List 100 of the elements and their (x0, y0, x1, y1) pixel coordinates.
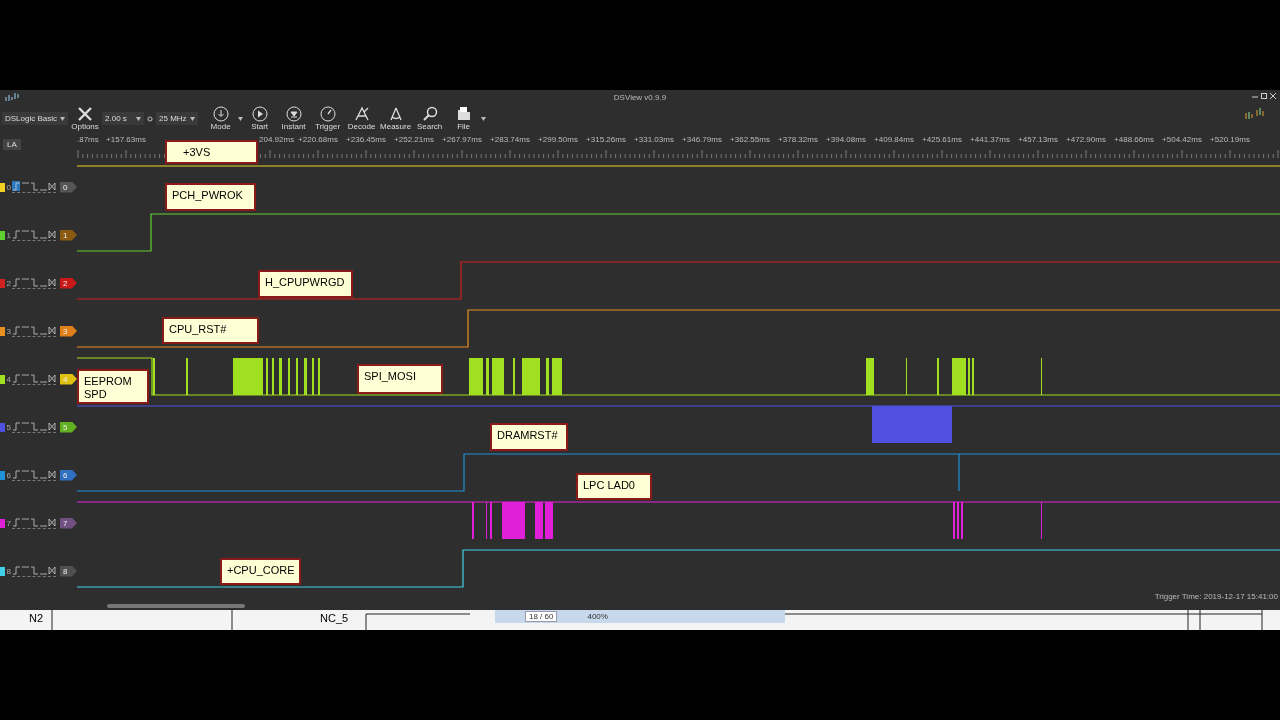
channel-number: 5 (6, 422, 11, 432)
rising-edge-icon[interactable] (11, 277, 20, 287)
search-icon (421, 106, 438, 122)
instant-icon (285, 106, 302, 122)
time-label: +425.61ms (921, 135, 963, 144)
channel-color-swatch[interactable] (0, 326, 6, 336)
annotation-note: +CPU_CORE (220, 558, 301, 585)
caret-icon (480, 116, 486, 121)
time-label: +457.13ms (1017, 135, 1059, 144)
minimize-icon[interactable] (1252, 93, 1258, 99)
any-edge-icon[interactable] (47, 181, 56, 191)
falling-edge-icon[interactable] (29, 421, 38, 431)
caret-icon (136, 116, 142, 121)
app-logo-icon (5, 92, 21, 101)
channel-color-swatch[interactable] (0, 422, 6, 432)
caret-icon (237, 116, 243, 121)
any-edge-icon[interactable] (47, 229, 56, 239)
close-icon[interactable] (1270, 93, 1276, 99)
channel-color-swatch[interactable] (0, 278, 6, 288)
rising-edge-icon[interactable] (11, 325, 20, 335)
time-label: +346.79ms (681, 135, 723, 144)
table-cell: NC_5 (320, 612, 349, 624)
toolbar-button[interactable]: Mode (203, 106, 238, 131)
toolbar-button[interactable]: Search (412, 106, 447, 131)
toolbar-button[interactable]: Measure (378, 106, 413, 131)
any-edge-icon[interactable] (47, 421, 56, 431)
any-edge-icon[interactable] (47, 517, 56, 527)
gear-icon[interactable] (147, 115, 154, 122)
any-edge-icon[interactable] (47, 469, 56, 479)
channel-tag[interactable]: 8 (59, 565, 77, 577)
toolbar-button[interactable]: Decode (344, 106, 379, 131)
rising-edge-icon[interactable] (11, 181, 20, 191)
falling-edge-icon[interactable] (29, 373, 38, 383)
channel-number: 2 (6, 278, 11, 288)
restore-icon[interactable] (1261, 93, 1267, 99)
any-edge-icon[interactable] (47, 565, 56, 575)
annotation-note: LPC LAD0 (576, 473, 652, 500)
rising-edge-icon[interactable] (11, 421, 20, 431)
time-label: +157.63ms (105, 135, 147, 144)
annotation-note: H_CPUPWRGD (258, 270, 353, 298)
channel-color-swatch[interactable] (0, 470, 6, 480)
channel-number: 7 (6, 518, 11, 528)
time-label: +504.42ms (1161, 135, 1203, 144)
toolbar-button[interactable]: Trigger (310, 106, 345, 131)
channel-color-swatch[interactable] (0, 374, 6, 384)
falling-edge-icon[interactable] (29, 517, 38, 527)
time-label: +299.50ms (537, 135, 579, 144)
channel-number: 4 (6, 374, 11, 384)
annotation-note: CPU_RST# (162, 317, 259, 344)
caret-icon (60, 116, 66, 121)
duration-dropdown[interactable]: 2.00 s (102, 112, 145, 125)
time-label: +362.55ms (729, 135, 771, 144)
wrench-icon (77, 106, 94, 122)
falling-edge-icon[interactable] (29, 469, 38, 479)
decode-icon (353, 106, 370, 122)
folder-icon (455, 106, 472, 122)
falling-edge-icon[interactable] (29, 181, 38, 191)
channel-color-swatch[interactable] (0, 518, 6, 528)
toolbar-button[interactable]: File (446, 106, 481, 131)
time-label: +267.97ms (441, 135, 483, 144)
falling-edge-icon[interactable] (29, 229, 38, 239)
trigger-time: Trigger Time: 2019-12-17 15:41:00 (1154, 592, 1278, 601)
time-label: +394.08ms (825, 135, 867, 144)
channel-number: 1 (6, 230, 11, 240)
rising-edge-icon[interactable] (11, 517, 20, 527)
download-icon (212, 106, 229, 122)
rising-edge-icon[interactable] (11, 229, 20, 239)
toolbar-button[interactable]: Options (68, 106, 103, 131)
toolbar-button[interactable]: Start (242, 106, 277, 131)
channel-color-swatch[interactable] (0, 566, 6, 576)
time-label: +409.84ms (873, 135, 915, 144)
rising-edge-icon[interactable] (11, 565, 20, 575)
channel-tag[interactable]: 1 (59, 229, 77, 241)
falling-edge-icon[interactable] (29, 277, 38, 287)
window-title: DSView v0.9.9 (613, 92, 667, 102)
channel-color-swatch[interactable] (0, 182, 6, 192)
signal-logo-icon[interactable] (1244, 108, 1266, 120)
sample-rate-dropdown[interactable]: 25 MHz (156, 112, 198, 125)
toolbar-button[interactable]: Instant (276, 106, 311, 131)
channel-tag[interactable]: 6 (59, 469, 77, 481)
channel-tag[interactable]: 7 (59, 517, 77, 529)
falling-edge-icon[interactable] (29, 565, 38, 575)
any-edge-icon[interactable] (47, 373, 56, 383)
any-edge-icon[interactable] (47, 277, 56, 287)
device-dropdown[interactable]: DSLogic Basic (2, 112, 69, 125)
rising-edge-icon[interactable] (11, 373, 20, 383)
time-label: +236.45ms (345, 135, 387, 144)
channel-number: 0 (6, 182, 11, 192)
zoom-level[interactable]: 400% (587, 612, 608, 621)
channel-color-swatch[interactable] (0, 230, 6, 240)
annotation-note: SPI_MOSI (357, 364, 443, 394)
any-edge-icon[interactable] (47, 325, 56, 335)
page-field[interactable]: 18 / 60 (525, 611, 558, 622)
channel-tag[interactable]: 0 (59, 181, 77, 193)
falling-edge-icon[interactable] (29, 325, 38, 335)
rising-edge-icon[interactable] (11, 469, 20, 479)
scrollbar-thumb[interactable] (107, 604, 245, 608)
time-label: +283.74ms (489, 135, 531, 144)
time-label: +520.19ms (1209, 135, 1251, 144)
channel-tag[interactable]: 2 (59, 277, 77, 289)
